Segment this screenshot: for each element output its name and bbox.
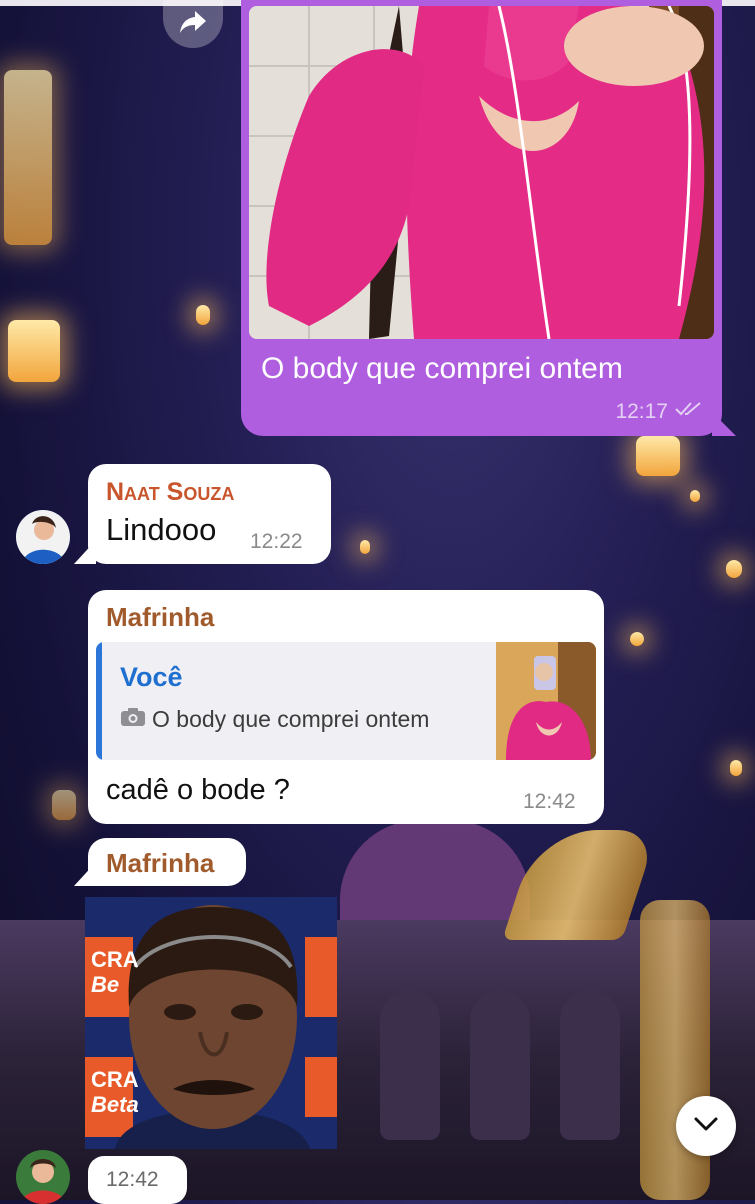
lantern-decoration bbox=[636, 436, 680, 476]
avatar[interactable] bbox=[16, 1150, 70, 1204]
lantern-decoration bbox=[726, 560, 742, 578]
svg-text:Beta: Beta bbox=[91, 1092, 139, 1117]
incoming-message[interactable]: Naat Souza Lindooo 12:22 bbox=[88, 464, 331, 564]
lantern-decoration bbox=[730, 760, 742, 776]
message-time: 12:42 bbox=[523, 790, 576, 813]
outgoing-photo[interactable] bbox=[249, 6, 714, 339]
bubble-tail bbox=[74, 862, 96, 886]
camera-icon bbox=[120, 707, 146, 732]
baluster-decoration bbox=[560, 990, 620, 1140]
message-time: 12:22 bbox=[250, 530, 303, 553]
lantern-decoration bbox=[690, 490, 700, 502]
message-text: cadê o bode ? bbox=[106, 774, 290, 806]
forward-icon bbox=[178, 9, 208, 40]
lantern-decoration bbox=[4, 70, 52, 245]
photo-time-bubble: 12:42 bbox=[88, 1156, 187, 1204]
message-text: Lindooo bbox=[106, 512, 217, 547]
baluster-decoration bbox=[380, 990, 440, 1140]
message-caption: O body que comprei ontem bbox=[261, 352, 623, 385]
message-time: 12:17 bbox=[615, 400, 668, 423]
bubble-tail bbox=[74, 540, 96, 564]
sender-name[interactable]: Mafrinha bbox=[106, 602, 214, 633]
chevron-down-icon bbox=[692, 1115, 720, 1138]
sender-name[interactable]: Mafrinha bbox=[106, 848, 214, 879]
quoted-sender: Você bbox=[120, 662, 183, 692]
svg-text:CRA: CRA bbox=[91, 947, 139, 972]
svg-text:Be: Be bbox=[91, 972, 119, 997]
lantern-decoration bbox=[52, 790, 76, 820]
sender-name-bubble[interactable]: Mafrinha bbox=[88, 838, 246, 886]
quoted-message[interactable]: Você O body que comprei ontem bbox=[96, 642, 596, 760]
incoming-reply-message[interactable]: Mafrinha Você O body que comprei ontem c… bbox=[88, 590, 604, 824]
message-meta: 12:17 bbox=[615, 400, 704, 424]
lantern-decoration bbox=[196, 305, 210, 325]
scroll-to-bottom-button[interactable] bbox=[676, 1096, 736, 1156]
lantern-decoration bbox=[8, 320, 60, 382]
outgoing-photo-message[interactable]: O body que comprei ontem 12:17 bbox=[241, 0, 722, 436]
message-time: 12:42 bbox=[106, 1168, 159, 1191]
baluster-decoration bbox=[470, 990, 530, 1140]
forward-button[interactable] bbox=[163, 0, 223, 48]
quote-accent-bar bbox=[96, 642, 102, 760]
background-figure bbox=[340, 820, 530, 930]
quoted-thumbnail bbox=[496, 642, 596, 760]
lantern-decoration bbox=[360, 540, 370, 554]
sender-name[interactable]: Naat Souza bbox=[106, 478, 234, 507]
quoted-preview: O body que comprei ontem bbox=[120, 706, 429, 733]
svg-text:CRA: CRA bbox=[91, 1067, 139, 1092]
quoted-text: O body que comprei ontem bbox=[152, 706, 430, 732]
bubble-tail bbox=[712, 412, 736, 436]
incoming-photo[interactable]: CRA Be CRA Beta bbox=[85, 897, 337, 1149]
avatar[interactable] bbox=[16, 510, 70, 564]
lantern-decoration bbox=[630, 632, 644, 646]
double-check-icon bbox=[674, 400, 704, 424]
